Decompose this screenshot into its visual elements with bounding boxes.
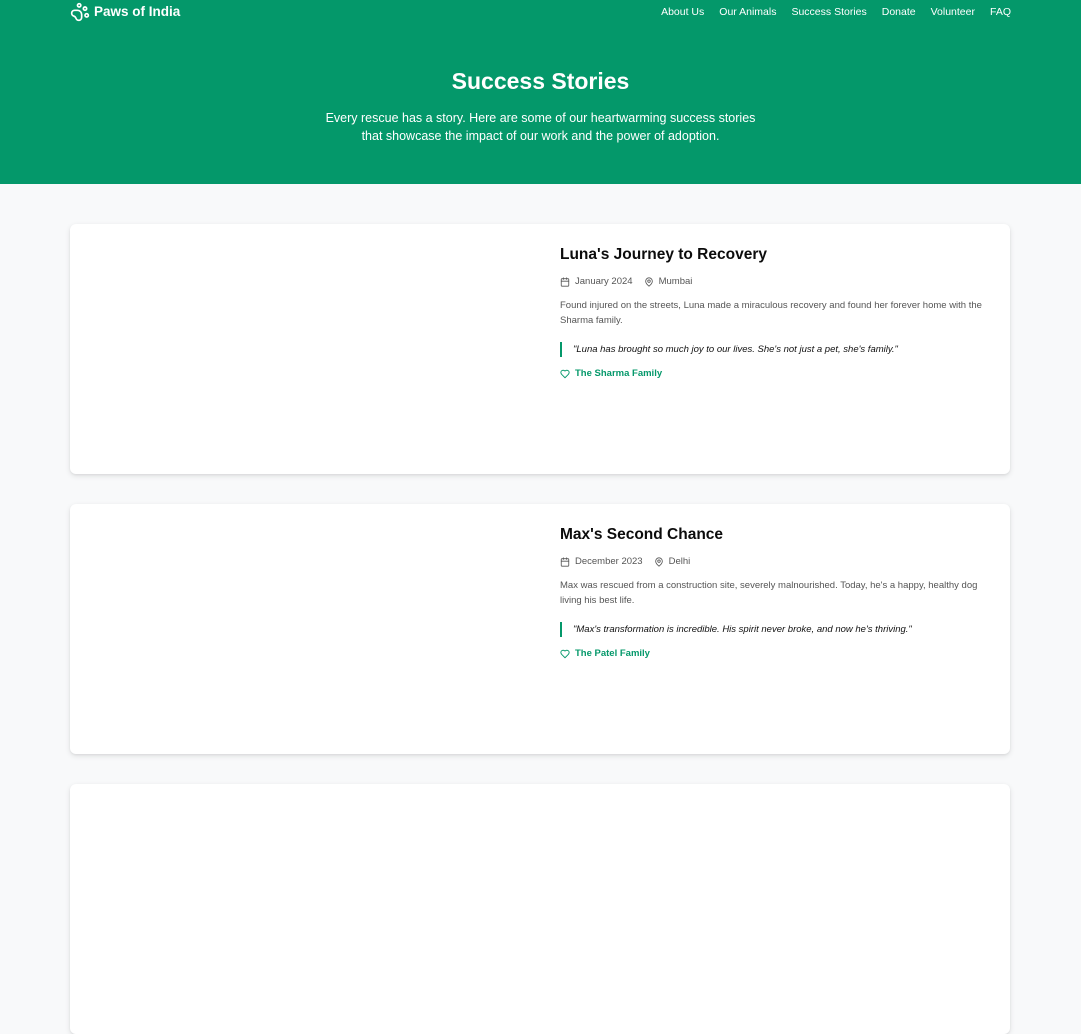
calendar-icon [560,556,570,567]
story-meta: January 2024 Mumbai [560,276,988,287]
nav-about-us[interactable]: About Us [661,6,704,18]
story-description: Max was rescued from a construction site… [560,580,978,606]
nav-success-stories[interactable]: Success Stories [791,6,866,18]
nav-our-animals[interactable]: Our Animals [719,6,776,18]
heart-icon [560,649,570,658]
story-meta: December 2023 Delhi [560,556,988,567]
nav-links: About Us Our Animals Success Stories Don… [661,6,1011,18]
story-date-text: January 2024 [575,276,633,287]
story-family-name: The Sharma Family [575,368,663,379]
page-title: Success Stories [451,68,630,94]
nav-donate[interactable]: Donate [882,6,916,18]
story-family: The Sharma Family [560,368,988,379]
story-location: Mumbai [644,276,693,287]
map-pin-icon [644,277,653,287]
story-location: Delhi [654,556,691,567]
story-quote: "Max's transformation is incredible. His… [560,622,988,637]
paw-icon [70,2,90,21]
story-card: Luna's Journey to Recovery January 2024 … [70,224,1010,474]
story-image [70,224,540,474]
brand-logo[interactable]: Paws of India [70,2,180,22]
story-body: Luna's Journey to Recovery January 2024 … [560,246,988,379]
story-card: Max's Second Chance December 2023 Delhi … [70,504,1010,754]
brand-name: Paws of India [94,4,181,19]
story-location-text: Delhi [668,556,691,567]
story-date: January 2024 [560,276,633,287]
story-image [70,504,540,754]
story-date: December 2023 [560,556,643,567]
story-title: Luna's Journey to Recovery [560,246,767,263]
hero-section: Paws of India About Us Our Animals Succe… [0,0,1081,184]
nav-volunteer[interactable]: Volunteer [931,6,975,18]
top-nav: Paws of India About Us Our Animals Succe… [70,0,1011,24]
story-title: Max's Second Chance [560,526,724,543]
story-family-name: The Patel Family [575,648,650,659]
page-subtitle: Every rescue has a story. Here are some … [325,111,756,143]
map-pin-icon [654,557,663,567]
story-body: Max's Second Chance December 2023 Delhi … [560,526,988,659]
nav-faq[interactable]: FAQ [990,6,1011,18]
story-description: Found injured on the streets, Luna made … [560,300,982,326]
calendar-icon [560,276,570,287]
story-quote: "Luna has brought so much joy to our liv… [560,342,988,357]
story-card [70,784,1010,1034]
story-date-text: December 2023 [575,556,643,567]
story-family: The Patel Family [560,648,988,659]
story-location-text: Mumbai [658,276,693,287]
heart-icon [560,369,570,378]
